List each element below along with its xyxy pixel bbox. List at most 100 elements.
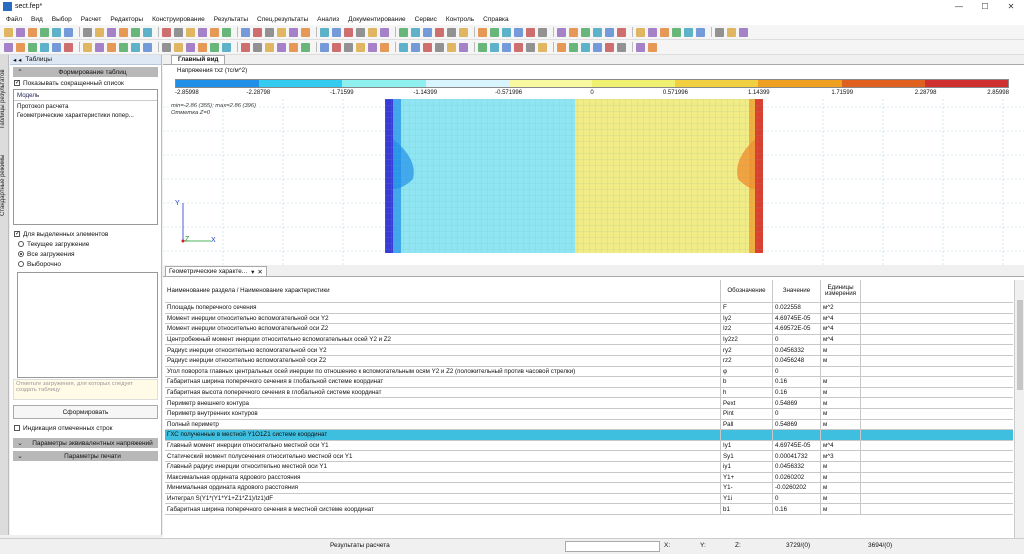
toolbar-tool-icon[interactable]: [526, 42, 535, 52]
toolbar-tool-icon[interactable]: [143, 42, 152, 52]
toolbar-tool-icon[interactable]: [83, 27, 92, 37]
toolbar-tool-icon[interactable]: [356, 27, 365, 37]
toolbar-tool-icon[interactable]: [198, 42, 207, 52]
toolbar-tool-icon[interactable]: [186, 42, 195, 52]
cell-name[interactable]: Интеграл S(Y1*(Y1*Y1+Z1*Z1)/Iz1)dF: [165, 493, 721, 504]
tab-geometry[interactable]: Геометрические характе... ▾ ✕: [165, 266, 267, 276]
expand-icon[interactable]: ⌄: [13, 452, 27, 460]
checkbox-checked-icon[interactable]: ✓: [14, 80, 20, 86]
cell-units[interactable]: м: [821, 345, 861, 355]
toolbar-tool-icon[interactable]: [490, 42, 499, 52]
scrollbar-thumb[interactable]: [1017, 300, 1023, 390]
cell-symbol[interactable]: Pext: [721, 398, 773, 408]
cell-units[interactable]: м: [821, 472, 861, 483]
toolbar-tool-icon[interactable]: [332, 42, 341, 52]
table-row[interactable]: Максимальная ордината ядрового расстояни…: [165, 472, 1013, 484]
toolbar-tool-icon[interactable]: [28, 27, 37, 37]
cell-symbol[interactable]: Iz2: [721, 324, 773, 334]
toolbar-tool-icon[interactable]: [241, 42, 250, 52]
cell-units[interactable]: м^3: [821, 451, 861, 461]
toolbar-tool-icon[interactable]: [174, 42, 183, 52]
toolbar-tool-icon[interactable]: [119, 27, 128, 37]
tab-main-view[interactable]: Главный вид: [171, 55, 226, 64]
cell-name[interactable]: Угол поворота главных центральных осей и…: [165, 366, 721, 377]
toolbar-tool-icon[interactable]: [332, 27, 341, 37]
toolbar-tool-icon[interactable]: [368, 27, 377, 37]
toolbar-tool-icon[interactable]: [593, 27, 602, 37]
toolbar-tool-icon[interactable]: [162, 42, 171, 52]
cell-symbol[interactable]: b1: [721, 504, 773, 514]
cell-value[interactable]: 0.54869: [773, 419, 821, 430]
toolbar-tool-icon[interactable]: [320, 27, 329, 37]
table-row[interactable]: Интеграл S(Y1*(Y1*Y1+Z1*Z1)/Iz1)dF Y1i 0 м: [165, 493, 1013, 505]
selected-elements-checkbox[interactable]: ✓ Для выделенных элементов: [14, 230, 161, 238]
menu-control[interactable]: Контроль: [446, 16, 474, 23]
menu-design[interactable]: Конструирование: [152, 16, 205, 23]
cell-symbol[interactable]: h: [721, 387, 773, 398]
toolbar-tool-icon[interactable]: [490, 27, 499, 37]
cell-name[interactable]: Момент инерции относительно вспомогатель…: [165, 324, 721, 334]
toolbar-tool-icon[interactable]: [241, 27, 250, 37]
cell-value[interactable]: 4.69745E-05: [773, 440, 821, 451]
model-tree[interactable]: Модель Протокол расчета Геометрические х…: [13, 89, 158, 225]
cell-value[interactable]: 0.54869: [773, 398, 821, 408]
toolbar-tool-icon[interactable]: [514, 27, 523, 37]
toolbar-tool-icon[interactable]: [253, 27, 262, 37]
table-row[interactable]: Габаритная ширина поперечного сечения в …: [165, 377, 1013, 388]
toolbar-tool-icon[interactable]: [265, 42, 274, 52]
back-arrow-icon[interactable]: ◂ ◂: [13, 56, 21, 64]
toolbar-tool-icon[interactable]: [222, 42, 231, 52]
cell-value[interactable]: 0: [773, 493, 821, 504]
tree-item-geometry[interactable]: Геометрические характеристики попер...: [14, 110, 157, 119]
menu-select[interactable]: Выбор: [52, 16, 72, 23]
cell-name[interactable]: Центробежный момент инерции относительно…: [165, 334, 721, 345]
toolbar-tool-icon[interactable]: [617, 42, 626, 52]
menu-documentation[interactable]: Документирование: [348, 16, 406, 23]
toolbar-tool-icon[interactable]: [399, 42, 408, 52]
close-tab-icon[interactable]: ✕: [257, 268, 262, 276]
toolbar-tool-icon[interactable]: [648, 27, 657, 37]
toolbar-tool-icon[interactable]: [83, 42, 92, 52]
toolbar-tool-icon[interactable]: [210, 27, 219, 37]
cell-symbol[interactable]: ry2: [721, 345, 773, 355]
mark-rows-checkbox[interactable]: Индикация отмеченных строк: [14, 424, 161, 432]
pin-icon[interactable]: ▾: [251, 268, 254, 276]
toolbar-tool-icon[interactable]: [380, 27, 389, 37]
toolbar-tool-icon[interactable]: [380, 42, 389, 52]
toolbar-tool-icon[interactable]: [143, 27, 152, 37]
menu-view[interactable]: Вид: [31, 16, 43, 23]
cell-units[interactable]: м: [821, 408, 861, 419]
menu-file[interactable]: Файл: [6, 16, 22, 23]
cell-symbol[interactable]: rz2: [721, 355, 773, 366]
cell-name[interactable]: Момент инерции относительно вспомогатель…: [165, 313, 721, 324]
toolbar-tool-icon[interactable]: [277, 27, 286, 37]
radio-selected-icon[interactable]: [18, 251, 24, 257]
toolbar-tool-icon[interactable]: [660, 27, 669, 37]
cell-name[interactable]: ГХС полученные в местной Y1O1Z1 системе …: [165, 430, 721, 440]
menu-analysis[interactable]: Анализ: [317, 16, 339, 23]
table-row[interactable]: Минимальная ордината ядрового расстояния…: [165, 483, 1013, 494]
cell-units[interactable]: м: [821, 355, 861, 366]
toolbar-tool-icon[interactable]: [320, 42, 329, 52]
toolbar-tool-icon[interactable]: [162, 27, 171, 37]
toolbar-tool-icon[interactable]: [739, 27, 748, 37]
cell-value[interactable]: 0.0456332: [773, 461, 821, 472]
table-row[interactable]: Периметр внешнего контура Pext 0.54869 м: [165, 398, 1013, 409]
toolbar-tool-icon[interactable]: [538, 27, 547, 37]
toolbar-tool-icon[interactable]: [277, 42, 286, 52]
loads-listbox[interactable]: [17, 272, 158, 378]
toolbar-tool-icon[interactable]: [119, 42, 128, 52]
toolbar-tool-icon[interactable]: [4, 42, 13, 52]
cell-value[interactable]: 0.022558: [773, 303, 821, 313]
toolbar-tool-icon[interactable]: [52, 27, 61, 37]
cell-name[interactable]: Главный радиус инерции относительно мест…: [165, 461, 721, 472]
toolbar-tool-icon[interactable]: [423, 42, 432, 52]
toolbar-tool-icon[interactable]: [605, 27, 614, 37]
toolbar-tool-icon[interactable]: [253, 42, 262, 52]
section-plot[interactable]: [163, 99, 1024, 265]
toolbar-tool-icon[interactable]: [435, 27, 444, 37]
cell-value[interactable]: 4.69745E-05: [773, 313, 821, 324]
toolbar-tool-icon[interactable]: [411, 27, 420, 37]
cell-symbol[interactable]: F: [721, 303, 773, 313]
toolbar-tool-icon[interactable]: [557, 42, 566, 52]
